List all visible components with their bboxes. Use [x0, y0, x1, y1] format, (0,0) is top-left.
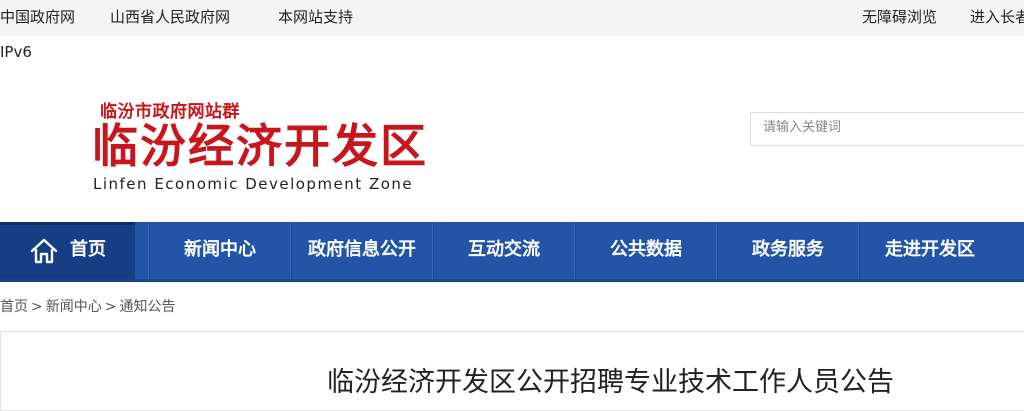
nav-item-public-data[interactable]: 公共数据: [576, 222, 716, 279]
main-nav: 首页 新闻中心 政府信息公开 互动交流 公共数据 政务服务 走进开发区: [0, 222, 1024, 282]
link-china-gov[interactable]: 中国政府网: [0, 6, 75, 27]
link-site-support[interactable]: 本网站支持: [278, 6, 353, 27]
breadcrumb-notices[interactable]: 通知公告: [119, 299, 175, 315]
link-elder-mode[interactable]: 进入长者: [970, 6, 1024, 27]
top-utility-bar: 中国政府网 山西省人民政府网 本网站支持 无障碍浏览 进入长者: [0, 0, 1024, 36]
nav-item-gov-info[interactable]: 政府信息公开: [292, 222, 432, 279]
nav-item-interaction[interactable]: 互动交流: [434, 222, 574, 279]
search-box: [750, 112, 1024, 146]
breadcrumb-separator: >: [104, 299, 117, 315]
breadcrumb-news[interactable]: 新闻中心: [46, 299, 102, 315]
nav-item-about-zone[interactable]: 走进开发区: [860, 222, 1000, 279]
home-icon: [30, 238, 58, 264]
breadcrumb-separator: >: [31, 299, 43, 315]
nav-item-services[interactable]: 政务服务: [718, 222, 858, 279]
link-shanxi-gov[interactable]: 山西省人民政府网: [110, 6, 230, 27]
nav-item-news[interactable]: 新闻中心: [150, 222, 290, 279]
ipv6-label: IPv6: [0, 43, 32, 61]
logo-english-name: Linfen Economic Development Zone: [93, 175, 414, 193]
article-title: 临汾经济开发区公开招聘专业技术工作人员公告: [327, 367, 894, 398]
link-accessibility[interactable]: 无障碍浏览: [862, 6, 937, 27]
breadcrumb: 首页 > 新闻中心 > 通知公告: [0, 296, 175, 316]
search-input[interactable]: [751, 113, 1024, 145]
nav-label-home: 首页: [70, 239, 106, 260]
nav-item-home[interactable]: 首页: [0, 222, 135, 279]
breadcrumb-home[interactable]: 首页: [0, 299, 28, 315]
logo-title: 临汾经济开发区: [92, 119, 428, 173]
